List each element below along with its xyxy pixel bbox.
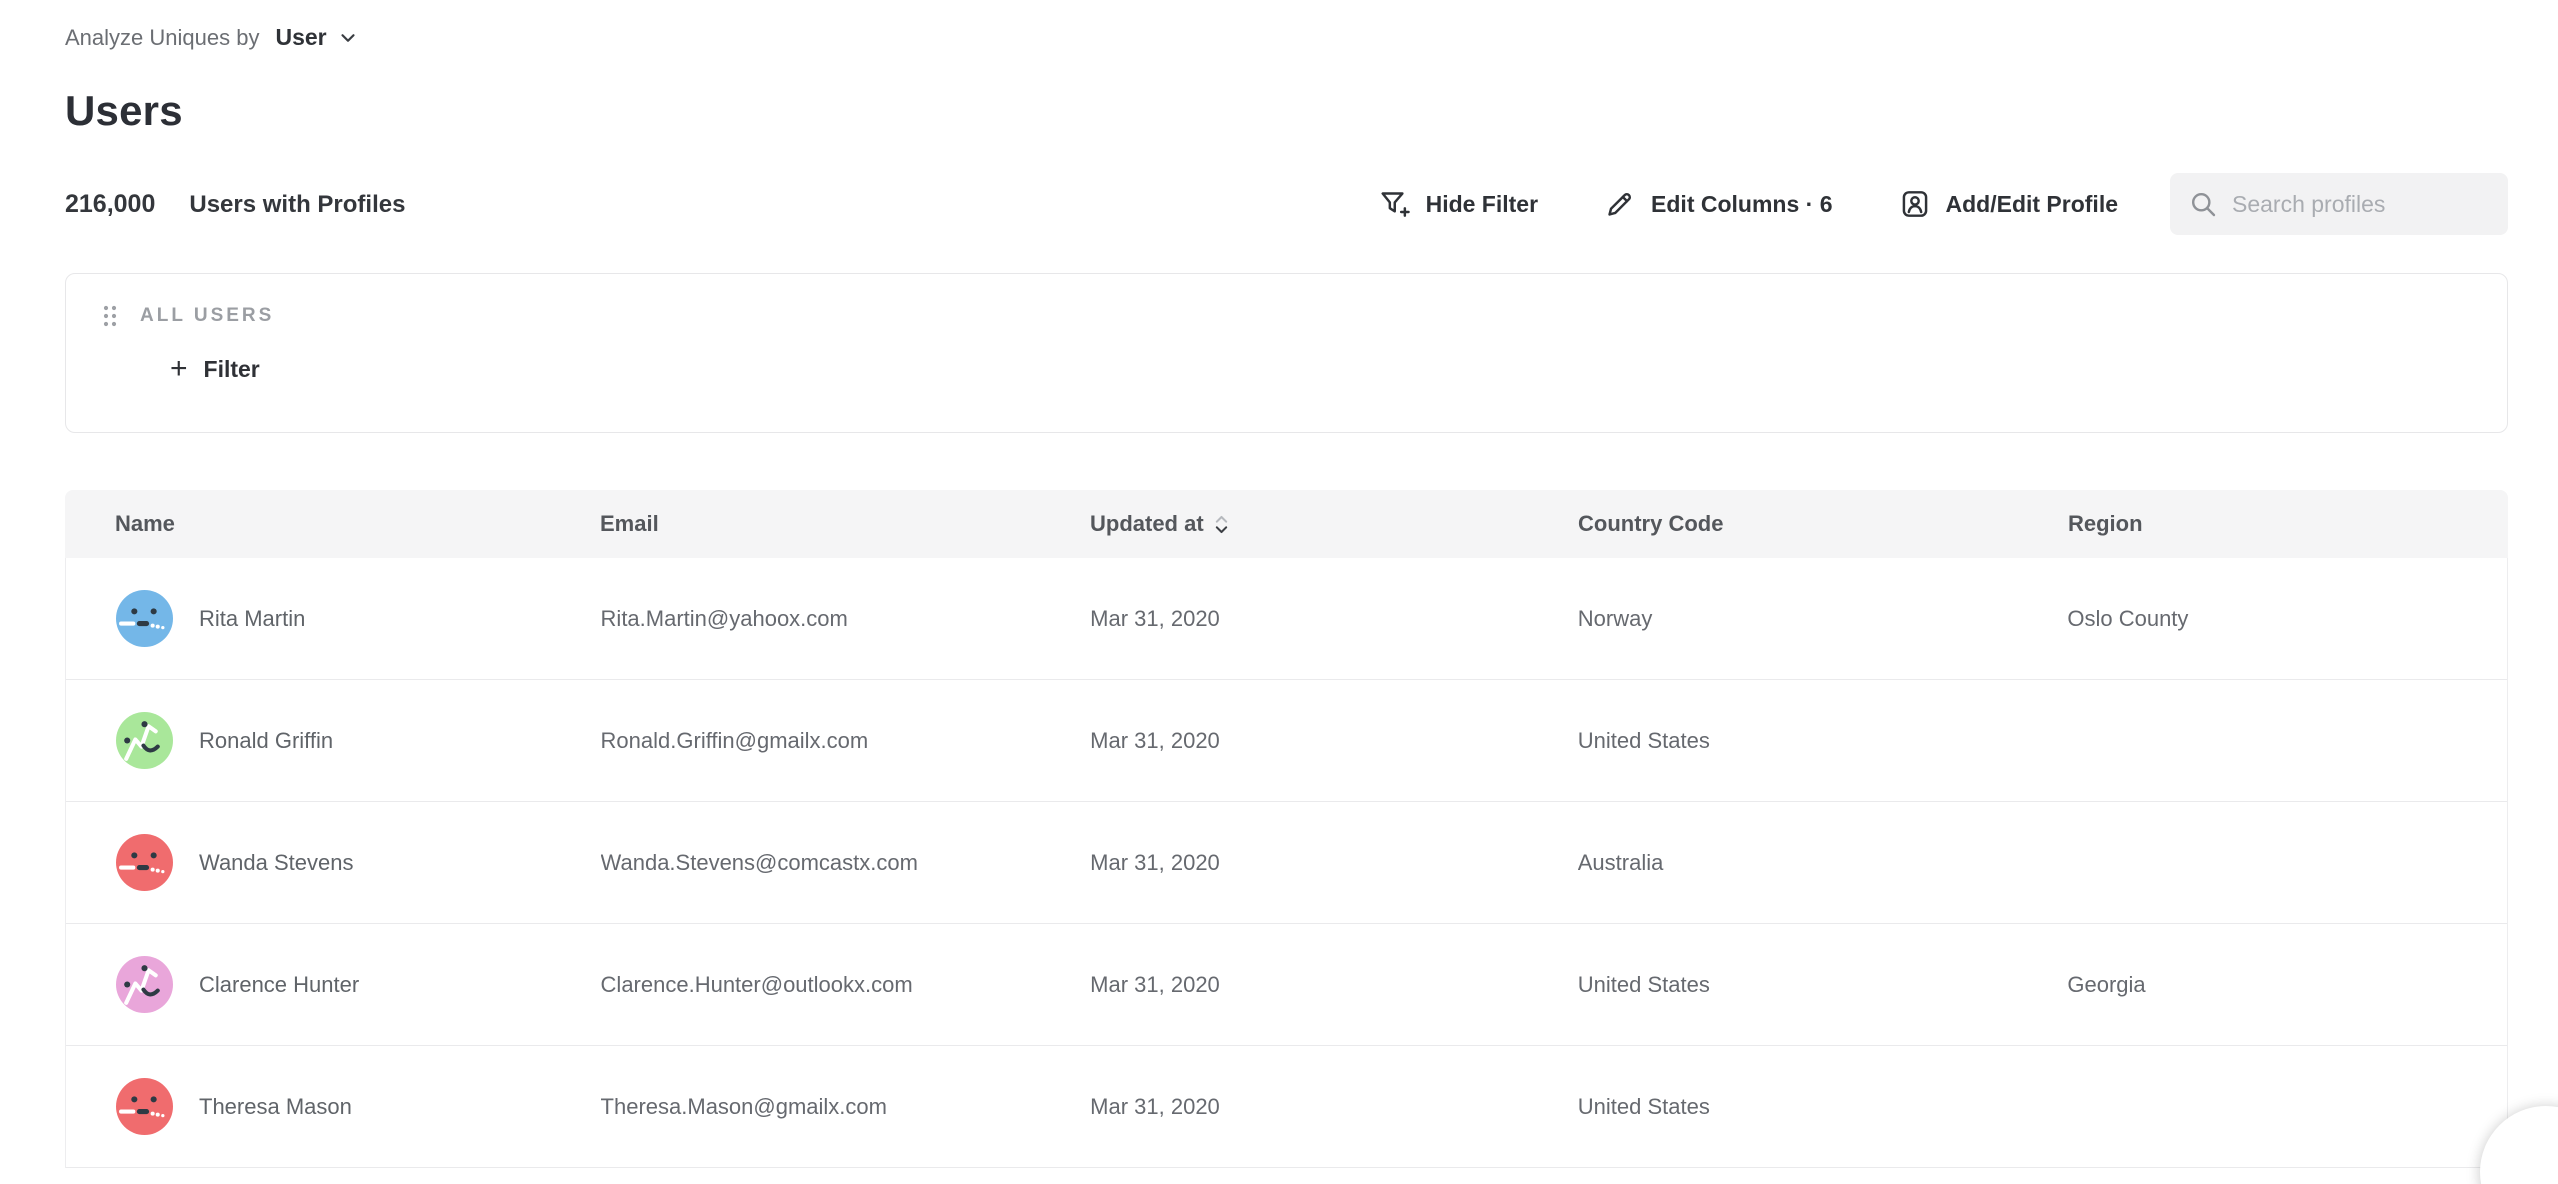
neutral-face-icon: [116, 834, 173, 891]
toolbar-actions: Hide Filter Edit Columns · 6 Add/Edit Pr…: [1313, 173, 2508, 235]
analyze-bar: Analyze Uniques by User: [65, 24, 2508, 51]
user-avatar: [116, 956, 173, 1013]
neutral-face-icon: [116, 1078, 173, 1135]
column-header-name[interactable]: Name: [65, 511, 600, 537]
user-country-code: United States: [1578, 728, 2068, 754]
user-name-cell: Clarence Hunter: [66, 956, 601, 1013]
pencil-icon: [1604, 188, 1636, 220]
drag-handle-icon[interactable]: [102, 304, 118, 328]
profiles-count: 216,000: [65, 190, 155, 219]
table-row[interactable]: Ronald Griffin Ronald.Griffin@gmailx.com…: [66, 680, 2507, 802]
hide-filter-button[interactable]: Hide Filter: [1379, 188, 1538, 220]
user-email: Ronald.Griffin@gmailx.com: [601, 728, 1091, 754]
user-avatar: [116, 834, 173, 891]
analyze-by-dropdown[interactable]: User: [275, 24, 358, 51]
users-page: Analyze Uniques by User Users 216,000 Us…: [0, 0, 2558, 1184]
user-email: Wanda.Stevens@comcastx.com: [601, 850, 1091, 876]
user-updated-at: Mar 31, 2020: [1090, 606, 1578, 632]
user-country-code: Australia: [1578, 850, 2068, 876]
user-name-cell: Ronald Griffin: [66, 712, 601, 769]
user-name-cell: Rita Martin: [66, 590, 601, 647]
add-edit-profile-label: Add/Edit Profile: [1946, 191, 2119, 218]
add-filter-button[interactable]: + Filter: [170, 354, 260, 384]
user-name: Ronald Griffin: [199, 728, 333, 754]
user-name: Wanda Stevens: [199, 850, 354, 876]
all-users-label: ALL USERS: [140, 305, 274, 327]
user-avatar: [116, 1078, 173, 1135]
filter-group-row: ALL USERS: [102, 304, 2507, 328]
user-name: Clarence Hunter: [199, 972, 359, 998]
profiles-count-wrap: 216,000 Users with Profiles: [65, 190, 405, 219]
funnel-plus-icon: [1379, 188, 1411, 220]
add-filter-label: Filter: [204, 356, 260, 383]
user-name-cell: Wanda Stevens: [66, 834, 601, 891]
column-header-country-code[interactable]: Country Code: [1578, 511, 2068, 537]
user-email: Rita.Martin@yahoox.com: [601, 606, 1091, 632]
hide-filter-label: Hide Filter: [1426, 191, 1538, 218]
profiles-count-label: Users with Profiles: [189, 191, 405, 219]
user-email: Theresa.Mason@gmailx.com: [601, 1094, 1091, 1120]
table-row[interactable]: Clarence Hunter Clarence.Hunter@outlookx…: [66, 924, 2507, 1046]
user-name-cell: Theresa Mason: [66, 1078, 601, 1135]
user-updated-at: Mar 31, 2020: [1090, 972, 1578, 998]
plus-icon: +: [170, 354, 188, 384]
user-region: Oslo County: [2067, 606, 2507, 632]
column-header-region[interactable]: Region: [2068, 511, 2508, 537]
table-row[interactable]: Rita Martin Rita.Martin@yahoox.com Mar 3…: [66, 558, 2507, 680]
happy-face-icon: [116, 712, 173, 769]
search-profiles-input[interactable]: [2232, 191, 2472, 218]
neutral-face-icon: [116, 590, 173, 647]
page-title: Users: [65, 87, 2508, 135]
analyze-uniques-label: Analyze Uniques by: [65, 25, 259, 51]
user-country-code: Norway: [1578, 606, 2068, 632]
happy-face-icon: [116, 956, 173, 1013]
edit-columns-label: Edit Columns · 6: [1651, 191, 1832, 218]
user-country-code: United States: [1578, 1094, 2068, 1120]
add-edit-profile-button[interactable]: Add/Edit Profile: [1899, 188, 2119, 220]
table-row[interactable]: Theresa Mason Theresa.Mason@gmailx.com M…: [66, 1046, 2507, 1168]
user-name: Theresa Mason: [199, 1094, 352, 1120]
chevron-down-icon: [327, 27, 359, 49]
user-avatar: [116, 712, 173, 769]
users-table: Name Email Updated at Country Code Regio…: [65, 490, 2508, 1168]
search-icon: [2188, 189, 2218, 219]
table-row[interactable]: Wanda Stevens Wanda.Stevens@comcastx.com…: [66, 802, 2507, 924]
edit-columns-button[interactable]: Edit Columns · 6: [1604, 188, 1832, 220]
user-region: Georgia: [2067, 972, 2507, 998]
search-profiles-box[interactable]: [2170, 173, 2508, 235]
column-header-updated-at-label: Updated at: [1090, 511, 1204, 537]
user-updated-at: Mar 31, 2020: [1090, 1094, 1578, 1120]
table-body: Rita Martin Rita.Martin@yahoox.com Mar 3…: [65, 558, 2508, 1168]
profile-card-icon: [1899, 188, 1931, 220]
user-updated-at: Mar 31, 2020: [1090, 728, 1578, 754]
analyze-by-value: User: [275, 24, 326, 51]
sort-icon: [1214, 514, 1229, 535]
toolbar: 216,000 Users with Profiles Hide Filter …: [65, 173, 2508, 235]
user-country-code: United States: [1578, 972, 2068, 998]
filter-card: ALL USERS + Filter: [65, 273, 2508, 433]
column-header-email[interactable]: Email: [600, 511, 1090, 537]
column-header-updated-at[interactable]: Updated at: [1090, 511, 1578, 537]
user-name: Rita Martin: [199, 606, 305, 632]
user-avatar: [116, 590, 173, 647]
table-header: Name Email Updated at Country Code Regio…: [65, 490, 2508, 558]
user-email: Clarence.Hunter@outlookx.com: [601, 972, 1091, 998]
user-updated-at: Mar 31, 2020: [1090, 850, 1578, 876]
